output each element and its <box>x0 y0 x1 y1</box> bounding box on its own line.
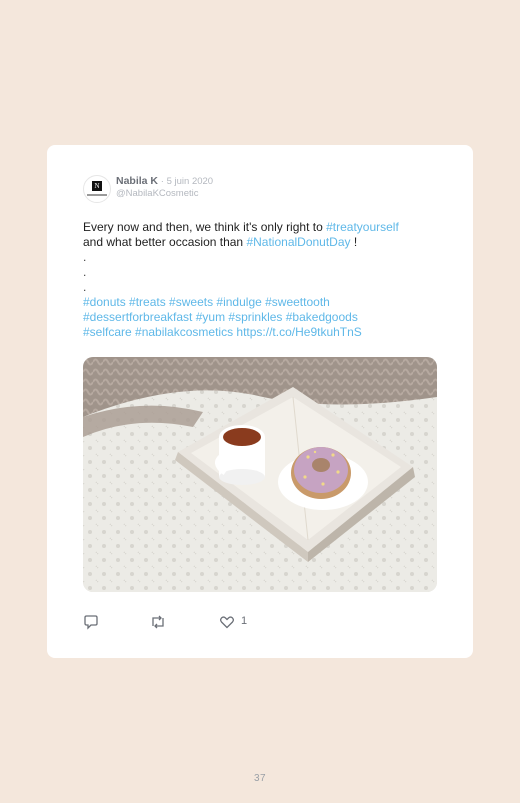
hashtag-link[interactable]: #NationalDonutDay <box>246 235 350 249</box>
hashtag-line[interactable]: #donuts #treats #sweets #indulge #sweett… <box>83 295 453 310</box>
tweet-text-segment: ! <box>350 235 358 249</box>
author-name[interactable]: Nabila K <box>116 175 158 187</box>
tweet-text: Every now and then, we think it's only r… <box>83 220 453 340</box>
hashtag-line[interactable]: #selfcare #nabilakcosmetics https://t.co… <box>83 325 453 340</box>
avatar[interactable]: N <box>83 175 111 203</box>
tweet-line-2: and what better occasion than #NationalD… <box>83 235 453 250</box>
like-button[interactable] <box>219 614 235 633</box>
tweet-date[interactable]: · 5 juin 2020 <box>161 176 213 187</box>
heart-icon <box>220 616 234 629</box>
retweet-button[interactable] <box>149 614 167 633</box>
author-handle[interactable]: @NabilaKCosmetic <box>116 188 213 200</box>
hashtag-link[interactable]: #treatyourself <box>326 220 399 234</box>
tweet-text-segment: and what better occasion than <box>83 235 247 249</box>
tweet-photo[interactable] <box>83 357 437 592</box>
logo-wordmark-line <box>87 194 107 196</box>
photo-illustration <box>83 357 437 592</box>
retweet-icon <box>152 615 164 629</box>
tweet-actions: 1 <box>83 614 383 630</box>
like-count: 1 <box>241 615 248 627</box>
separator-dot: . <box>83 280 87 294</box>
reply-button[interactable] <box>83 614 99 633</box>
tweet-header: Nabila K · 5 juin 2020 @NabilaKCosmetic <box>116 175 213 200</box>
tweet-card: N Nabila K · 5 juin 2020 @NabilaKCosmeti… <box>47 145 473 658</box>
page-number: 37 <box>253 773 267 784</box>
hashtag-line[interactable]: #dessertforbreakfast #yum #sprinkles #ba… <box>83 310 453 325</box>
separator-dot: . <box>83 250 87 264</box>
brand-logo: N <box>92 181 102 191</box>
tweet-line-1: Every now and then, we think it's only r… <box>83 220 453 235</box>
reply-icon <box>84 615 98 630</box>
tweet-text-segment: Every now and then, we think it's only r… <box>83 220 327 234</box>
separator-dot: . <box>83 265 87 279</box>
